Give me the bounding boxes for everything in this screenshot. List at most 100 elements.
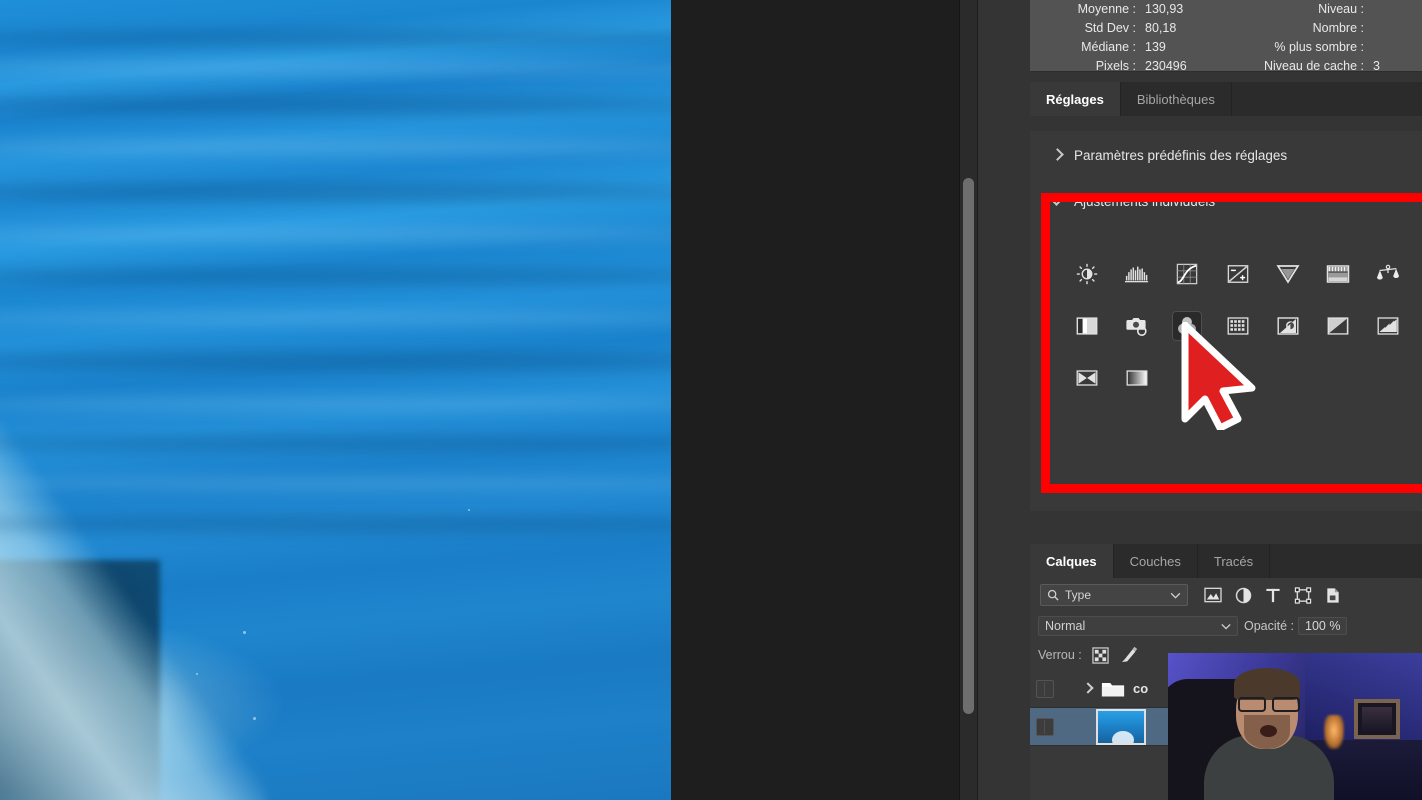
layer-filter-row[interactable]: Type bbox=[1030, 578, 1422, 612]
layer-filter-value: Type bbox=[1065, 588, 1092, 602]
tab-reglages[interactable]: Réglages bbox=[1030, 82, 1121, 116]
adjustment-layer-filter-icon[interactable] bbox=[1235, 587, 1252, 604]
arrow-cursor-icon bbox=[1181, 322, 1256, 430]
tabbar-filler bbox=[1231, 82, 1422, 116]
layer-filter-type-select[interactable]: Type bbox=[1040, 584, 1188, 606]
webcam-lamp bbox=[1324, 715, 1344, 749]
stat-value: 130,93 bbox=[1145, 2, 1184, 16]
histogram-statistics: Moyenne : 130,93 Niveau : Std Dev : 80,1… bbox=[1030, 0, 1422, 73]
tab-calques[interactable]: Calques bbox=[1030, 544, 1114, 578]
threshold-icon bbox=[1377, 317, 1399, 335]
opacity-control[interactable]: Opacité : 100 % bbox=[1244, 617, 1348, 635]
presets-label: Paramètres prédéfinis des réglages bbox=[1074, 147, 1288, 163]
adjustment-cell[interactable] bbox=[1112, 356, 1162, 400]
curves-button[interactable] bbox=[1172, 259, 1202, 289]
invert-button[interactable] bbox=[1273, 311, 1303, 341]
vibrance-icon bbox=[1276, 265, 1300, 284]
shape-layer-filter-icon[interactable] bbox=[1294, 586, 1312, 604]
photo-filter-button[interactable] bbox=[1122, 311, 1152, 341]
stat-label: Médiane : bbox=[1081, 40, 1136, 54]
vibrance-button[interactable] bbox=[1273, 259, 1303, 289]
selective-color-button[interactable] bbox=[1072, 363, 1102, 393]
adjustment-cell[interactable] bbox=[1313, 252, 1363, 296]
opacity-label: Opacité : bbox=[1244, 619, 1295, 633]
adjustment-cell[interactable] bbox=[1363, 304, 1413, 348]
black-and-white-button[interactable] bbox=[1072, 311, 1102, 341]
blend-mode-select[interactable]: Normal bbox=[1038, 616, 1238, 636]
brightness-contrast-icon bbox=[1076, 263, 1098, 285]
chevron-right-icon bbox=[1052, 150, 1062, 160]
threshold-button[interactable] bbox=[1373, 311, 1403, 341]
document-image[interactable] bbox=[0, 0, 671, 800]
posterize-icon bbox=[1327, 317, 1349, 335]
chevron-down-icon bbox=[1052, 196, 1062, 206]
stat-label: % plus sombre : bbox=[1274, 40, 1364, 54]
adjustment-cell[interactable] bbox=[1313, 304, 1363, 348]
type-layer-filter-icon[interactable] bbox=[1265, 587, 1281, 604]
stat-value bbox=[1364, 0, 1422, 19]
document-canvas-area[interactable] bbox=[0, 0, 958, 800]
adjustment-cell[interactable] bbox=[1263, 304, 1313, 348]
gradient-map-button[interactable] bbox=[1122, 363, 1152, 393]
adjustment-cell[interactable] bbox=[1062, 356, 1112, 400]
group-expand-chevron-icon[interactable] bbox=[1084, 684, 1093, 693]
stat-value: 230496 bbox=[1145, 59, 1187, 73]
hue-saturation-button[interactable] bbox=[1323, 259, 1353, 289]
layer-thumbnail[interactable] bbox=[1096, 708, 1146, 745]
webcam-picture-frame bbox=[1354, 699, 1400, 739]
stats-row: Std Dev : 80,18 Nombre : bbox=[1030, 19, 1422, 38]
curves-icon bbox=[1177, 263, 1198, 285]
color-balance-button[interactable] bbox=[1373, 259, 1403, 289]
adjustment-cell[interactable] bbox=[1162, 252, 1212, 296]
lock-transparent-pixels-icon[interactable] bbox=[1092, 646, 1109, 664]
adjustment-cell[interactable] bbox=[1112, 252, 1162, 296]
stat-label: Pixels : bbox=[1095, 59, 1136, 73]
canvas-vertical-scrollbar[interactable] bbox=[959, 0, 977, 800]
individual-adjustments-disclosure[interactable]: Ajustements individuels bbox=[1030, 179, 1422, 223]
tab-couches[interactable]: Couches bbox=[1113, 544, 1198, 578]
brightness-contrast-button[interactable] bbox=[1072, 259, 1102, 289]
layer-visibility-toggle[interactable] bbox=[1036, 717, 1054, 736]
stats-row: Médiane : 139 % plus sombre : bbox=[1030, 38, 1422, 57]
photoshop-window: Moyenne : 130,93 Niveau : Std Dev : 80,1… bbox=[0, 0, 1422, 800]
layers-tabbar[interactable]: Calques Couches Tracés bbox=[1030, 544, 1422, 578]
adjustments-tabbar[interactable]: Réglages Bibliothèques bbox=[1030, 82, 1422, 116]
webcam-person-glasses bbox=[1238, 697, 1300, 712]
tab-traces[interactable]: Tracés bbox=[1197, 544, 1271, 578]
tab-bibliotheques[interactable]: Bibliothèques bbox=[1120, 82, 1232, 116]
adjustment-cell[interactable] bbox=[1062, 252, 1112, 296]
chevron-down-icon bbox=[1221, 623, 1231, 630]
posterize-button[interactable] bbox=[1323, 311, 1353, 341]
invert-icon bbox=[1277, 317, 1299, 335]
chevron-down-icon bbox=[1170, 592, 1181, 599]
adjustment-cell[interactable] bbox=[1062, 304, 1112, 348]
stat-label: Moyenne : bbox=[1077, 2, 1136, 16]
adjustment-cell[interactable] bbox=[1213, 252, 1263, 296]
lock-label: Verrou : bbox=[1038, 648, 1082, 662]
stat-value: 139 bbox=[1145, 40, 1166, 54]
layer-filter-type-icons[interactable] bbox=[1204, 586, 1341, 604]
blend-mode-row[interactable]: Normal Opacité : 100 % bbox=[1030, 612, 1422, 640]
color-balance-icon bbox=[1377, 264, 1400, 280]
pixel-layer-filter-icon[interactable] bbox=[1204, 587, 1222, 603]
photo-filter-icon bbox=[1126, 318, 1147, 337]
presets-disclosure[interactable]: Paramètres prédéfinis des réglages bbox=[1030, 131, 1422, 179]
tabbar-filler bbox=[1270, 544, 1422, 578]
levels-icon bbox=[1125, 266, 1149, 283]
stat-value bbox=[1364, 38, 1422, 57]
scrollbar-thumb[interactable] bbox=[963, 178, 974, 714]
black-white-icon bbox=[1076, 317, 1098, 335]
stat-value: 80,18 bbox=[1145, 21, 1177, 35]
opacity-value[interactable]: 100 % bbox=[1298, 617, 1348, 635]
webcam-person-mouth bbox=[1260, 725, 1277, 737]
webcam-overlay bbox=[1168, 653, 1422, 800]
smart-object-filter-icon[interactable] bbox=[1325, 587, 1341, 604]
adjustment-cell[interactable] bbox=[1363, 252, 1413, 296]
exposure-button[interactable] bbox=[1223, 259, 1253, 289]
adjustment-cell[interactable] bbox=[1112, 304, 1162, 348]
layer-visibility-toggle[interactable] bbox=[1036, 679, 1054, 698]
lock-image-pixels-icon[interactable] bbox=[1119, 645, 1139, 665]
levels-button[interactable] bbox=[1122, 259, 1152, 289]
adjustment-cell[interactable] bbox=[1263, 252, 1313, 296]
stat-label: Std Dev : bbox=[1084, 21, 1136, 35]
